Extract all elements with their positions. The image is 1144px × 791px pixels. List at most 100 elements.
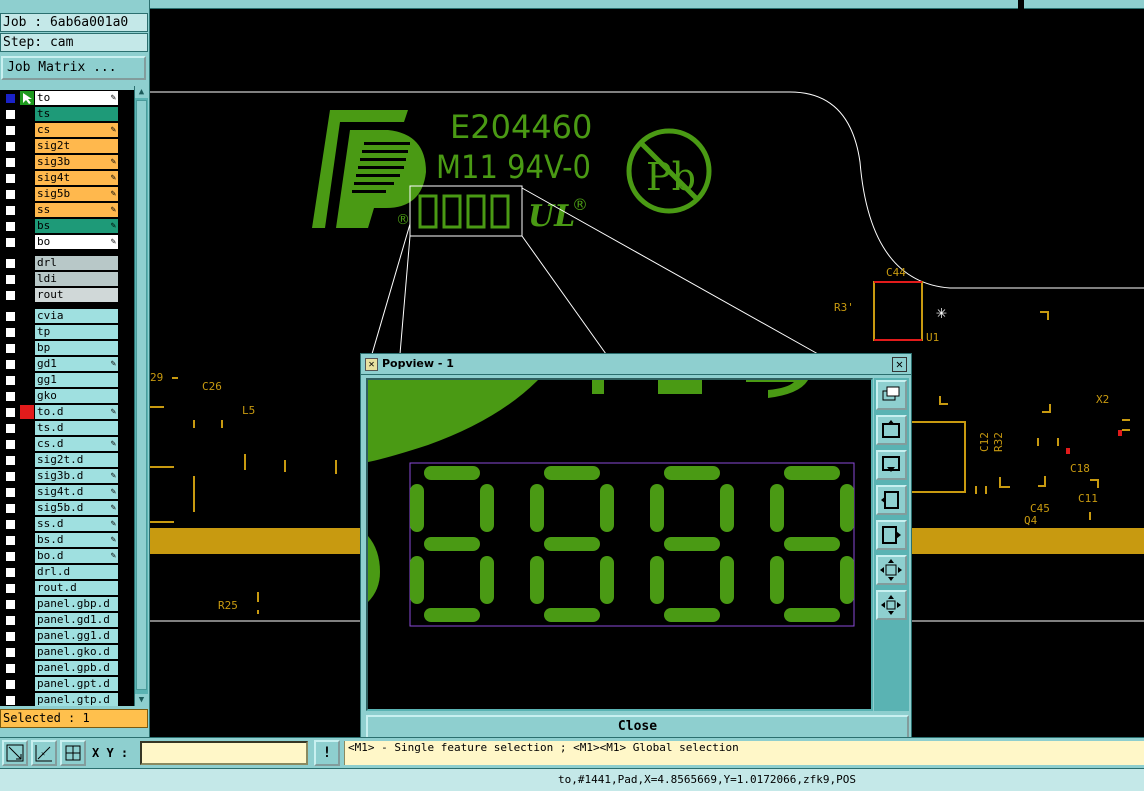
layer-checkbox[interactable] — [5, 439, 16, 450]
layer-name[interactable]: gg1 — [35, 373, 118, 387]
layer-checkbox[interactable] — [5, 141, 16, 152]
layer-checkbox[interactable] — [5, 290, 16, 301]
layer-marker[interactable] — [20, 123, 34, 137]
layer-row-rout[interactable]: rout — [0, 287, 134, 303]
layer-name[interactable]: gd1 ✎ — [35, 357, 118, 371]
layer-checkbox[interactable] — [5, 375, 16, 386]
layer-name[interactable]: to ✎ — [35, 91, 118, 105]
layer-name[interactable]: panel.gtp.d — [35, 693, 118, 706]
layer-name[interactable]: panel.gko.d — [35, 645, 118, 659]
layer-row-bs[interactable]: bs ✎ — [0, 218, 134, 234]
layer-checkbox[interactable] — [5, 221, 16, 232]
layer-checkbox[interactable] — [5, 109, 16, 120]
layer-marker[interactable] — [20, 613, 34, 627]
layer-row-bo-d[interactable]: bo.d ✎ — [0, 548, 134, 564]
layer-marker[interactable] — [20, 565, 34, 579]
layer-name[interactable]: panel.gbp.d — [35, 597, 118, 611]
layer-name[interactable]: drl — [35, 256, 118, 270]
pan-left-button[interactable] — [876, 485, 907, 515]
affected-marker-icon[interactable] — [20, 405, 34, 419]
layer-name[interactable]: panel.gd1.d — [35, 613, 118, 627]
layer-marker[interactable] — [20, 341, 34, 355]
layer-checkbox[interactable] — [5, 311, 16, 322]
layer-name[interactable]: ss.d ✎ — [35, 517, 118, 531]
layer-row-to-d[interactable]: to.d ✎ — [0, 404, 134, 420]
layer-marker[interactable] — [20, 389, 34, 403]
layer-row-panel-gd1-d[interactable]: panel.gd1.d — [0, 612, 134, 628]
popview-close-button[interactable]: Close — [366, 715, 909, 739]
layer-checkbox[interactable] — [5, 631, 16, 642]
layer-marker[interactable] — [20, 437, 34, 451]
layer-marker[interactable] — [20, 325, 34, 339]
layer-marker[interactable] — [20, 677, 34, 691]
layer-checkbox[interactable] — [5, 327, 16, 338]
layer-row-gko[interactable]: gko — [0, 388, 134, 404]
grid-button[interactable] — [60, 740, 86, 766]
layer-checkbox[interactable] — [5, 695, 16, 706]
layer-checkbox[interactable] — [5, 455, 16, 466]
layer-marker[interactable] — [20, 373, 34, 387]
layer-name[interactable]: panel.gg1.d — [35, 629, 118, 643]
layer-name[interactable]: cs ✎ — [35, 123, 118, 137]
layer-marker[interactable] — [20, 661, 34, 675]
layer-checkbox[interactable] — [5, 647, 16, 658]
layer-checkbox[interactable] — [5, 125, 16, 136]
window-stack-button[interactable] — [876, 380, 907, 410]
layer-checkbox[interactable] — [5, 471, 16, 482]
layer-row-bp[interactable]: bp — [0, 340, 134, 356]
layer-checkbox[interactable] — [5, 407, 16, 418]
layer-row-sig3b-d[interactable]: sig3b.d ✎ — [0, 468, 134, 484]
layer-row-sig4t[interactable]: sig4t ✎ — [0, 170, 134, 186]
layer-row-ss-d[interactable]: ss.d ✎ — [0, 516, 134, 532]
layer-row-bs-d[interactable]: bs.d ✎ — [0, 532, 134, 548]
layer-checkbox[interactable] — [5, 551, 16, 562]
layer-name[interactable]: ts.d — [35, 421, 118, 435]
scroll-up-icon[interactable]: ▲ — [135, 86, 148, 98]
layer-name[interactable]: sig5b.d ✎ — [35, 501, 118, 515]
layer-checkbox[interactable] — [5, 487, 16, 498]
layer-checkbox[interactable] — [5, 663, 16, 674]
layer-checkbox[interactable] — [5, 359, 16, 370]
layer-marker[interactable] — [20, 533, 34, 547]
layer-name[interactable]: rout.d — [35, 581, 118, 595]
layer-marker[interactable] — [20, 219, 34, 233]
layer-row-panel-gbp-d[interactable]: panel.gbp.d — [0, 596, 134, 612]
popview-close-icon[interactable]: ✕ — [892, 357, 907, 372]
layer-name[interactable]: cs.d ✎ — [35, 437, 118, 451]
layer-checkbox[interactable] — [5, 535, 16, 546]
layer-row-to[interactable]: to ✎ — [0, 90, 134, 106]
layer-checkbox[interactable] — [5, 258, 16, 269]
layer-row-rout-d[interactable]: rout.d — [0, 580, 134, 596]
layer-row-panel-gko-d[interactable]: panel.gko.d — [0, 644, 134, 660]
layer-marker[interactable] — [20, 288, 34, 302]
layer-marker[interactable] — [20, 171, 34, 185]
measure-button[interactable]: × — [31, 740, 57, 766]
zoom-in-button[interactable] — [876, 555, 907, 585]
layer-checkbox[interactable] — [5, 274, 16, 285]
layer-checkbox[interactable] — [5, 615, 16, 626]
layer-marker[interactable] — [20, 469, 34, 483]
layer-row-ss[interactable]: ss ✎ — [0, 202, 134, 218]
layer-name[interactable]: sig3b.d ✎ — [35, 469, 118, 483]
layer-marker[interactable] — [20, 357, 34, 371]
layer-marker[interactable] — [20, 645, 34, 659]
layer-name[interactable]: cvia — [35, 309, 118, 323]
layer-marker[interactable] — [20, 629, 34, 643]
layer-row-drl-d[interactable]: drl.d — [0, 564, 134, 580]
layer-checkbox[interactable] — [5, 237, 16, 248]
layer-marker[interactable] — [20, 549, 34, 563]
layer-marker[interactable] — [20, 155, 34, 169]
pan-right-button[interactable] — [876, 520, 907, 550]
layer-marker[interactable] — [20, 581, 34, 595]
layer-name[interactable]: rout — [35, 288, 118, 302]
layer-marker[interactable] — [20, 272, 34, 286]
layer-checkbox[interactable] — [5, 343, 16, 354]
layer-name[interactable]: bs.d ✎ — [35, 533, 118, 547]
scroll-thumb[interactable] — [136, 100, 147, 690]
layer-name[interactable]: bo.d ✎ — [35, 549, 118, 563]
layer-row-panel-gpt-d[interactable]: panel.gpt.d — [0, 676, 134, 692]
layer-checkbox[interactable] — [5, 157, 16, 168]
layer-marker[interactable] — [20, 235, 34, 249]
layer-row-sig4t-d[interactable]: sig4t.d ✎ — [0, 484, 134, 500]
layer-marker[interactable] — [20, 597, 34, 611]
